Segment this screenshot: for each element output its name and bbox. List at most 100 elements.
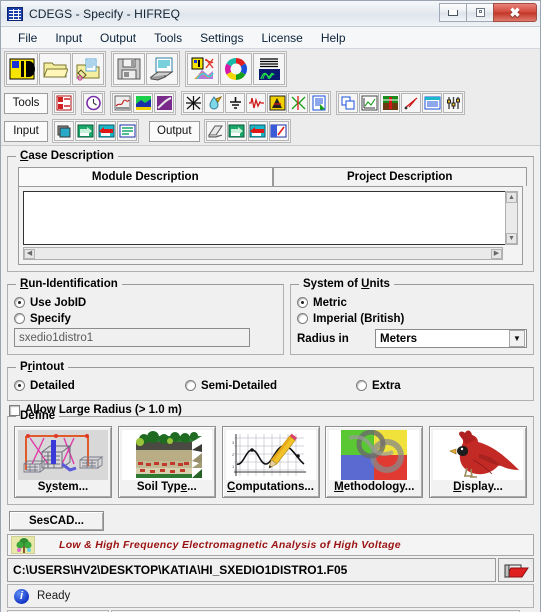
report-button[interactable] [309,93,329,113]
define-buttons: System... Soil Type... 3 2 1 Computation… [14,426,527,498]
tower-button[interactable] [183,93,203,113]
menu-help[interactable]: Help [312,29,355,47]
option-extra[interactable]: Extra [355,378,527,393]
output-chart-button[interactable] [268,121,289,141]
option-imperial-label: Imperial (British) [313,312,405,325]
report-icon [312,95,325,111]
save-as-button[interactable] [72,53,104,85]
soil-layers-icon [121,430,212,480]
input-list-icon [119,124,135,138]
input-list-button[interactable] [117,121,137,141]
thermal-plot-button[interactable] [380,93,400,113]
minimize-icon [448,9,458,16]
open-file-button[interactable] [498,558,534,582]
scatter-button[interactable] [359,93,379,113]
toolbar-main [1,49,540,89]
printout-legend: Printout [20,361,65,373]
jobid-surface-button[interactable] [187,53,219,85]
scroll-right-icon[interactable]: ▶ [491,248,502,259]
input-f05-button[interactable] [75,121,95,141]
input-f21-icon [98,124,114,138]
terrain-plot-button[interactable] [133,93,153,113]
radio-specify-icon [14,313,25,324]
new-jobid-button[interactable] [6,53,38,85]
option-imperial[interactable]: Imperial (British) [297,311,527,326]
output-label-button[interactable]: Output [149,120,200,142]
new-jobid-icon [9,58,35,80]
waveform-button[interactable] [246,93,266,113]
droplet-button[interactable] [204,93,224,113]
transient-button[interactable] [267,93,287,113]
radius-unit-select[interactable]: Meters ▼ [375,329,527,348]
scroll-up-icon[interactable]: ▲ [506,192,517,203]
define-computations-button[interactable]: 3 2 1 Computations... [221,426,320,498]
tower-icon [185,96,201,110]
output-f21-button[interactable] [247,121,268,141]
purple-plot-button[interactable] [154,93,174,113]
jobid-input[interactable]: sxedio1distro1 [14,328,250,347]
description-horizontal-scrollbar[interactable]: ◀ ▶ [23,247,503,260]
line-plot-icon [114,95,130,111]
input-f21-button[interactable] [96,121,116,141]
grid-plot-button[interactable] [253,53,285,85]
module-red-button[interactable] [54,93,74,113]
input-label-button[interactable]: Input [4,120,48,142]
description-textarea[interactable] [23,191,505,245]
close-button[interactable]: ✖ [493,3,537,22]
menu-output[interactable]: Output [91,29,145,47]
tools-label-button[interactable]: Tools [4,92,48,114]
open-button[interactable] [39,53,71,85]
output-book-button[interactable] [205,121,226,141]
minimize-button[interactable] [439,3,467,22]
scroll-down-icon[interactable]: ▼ [506,233,517,244]
output-f05-button[interactable] [226,121,247,141]
spark-button[interactable] [401,93,421,113]
clock-button[interactable] [83,93,103,113]
output-book-icon [208,125,223,138]
option-metric[interactable]: Metric [297,295,527,310]
option-detailed[interactable]: Detailed [14,378,185,393]
copy-button[interactable] [338,93,358,113]
define-methodology-button[interactable]: Methodology... [325,426,424,498]
tab-module-description[interactable]: Module Description [18,167,273,186]
maximize-button[interactable] [466,3,494,22]
menu-tools[interactable]: Tools [145,29,191,47]
menu-settings[interactable]: Settings [191,29,252,47]
define-display-button[interactable]: Display... [429,426,527,498]
terrain-plot-icon [135,96,151,110]
tab-project-description[interactable]: Project Description [272,167,527,186]
color-wheel-button[interactable] [220,53,252,85]
table-button[interactable] [422,93,442,113]
table-icon [424,96,440,110]
chevron-down-icon[interactable]: ▼ [509,330,525,347]
maximize-icon [475,8,485,17]
option-use-jobid[interactable]: Use JobID [14,295,277,310]
tree-icon [11,536,35,554]
menu-license[interactable]: License [252,29,311,47]
description-vertical-scrollbar[interactable]: ▲ ▼ [505,191,518,245]
ground-symbol-button[interactable] [225,93,245,113]
toolbar-group-output [203,119,291,143]
file-path-field[interactable]: C:\USERS\HV2\DESKTOP\KATIA\HI_SXEDIO1DIS… [7,558,496,582]
define-legend: Define [20,410,56,422]
scroll-left-icon[interactable]: ◀ [24,248,35,259]
menu-file[interactable]: File [9,29,46,47]
ground-symbol-icon [229,97,241,109]
define-computations-label: Computations... [227,481,314,493]
define-soil-type-button[interactable]: Soil Type... [117,426,216,498]
define-system-button[interactable]: System... [14,426,112,498]
option-specify[interactable]: Specify [14,311,277,326]
toolbar-group-modules [185,51,287,87]
color-wheel-icon [225,58,247,80]
mesh-button[interactable] [288,93,308,113]
print-button[interactable] [146,53,178,85]
option-semi-detailed[interactable]: Semi-Detailed [184,378,356,393]
spark-icon [404,97,417,110]
sescad-button[interactable]: SesCAD... [9,511,104,531]
save-button[interactable] [113,53,145,85]
menu-input[interactable]: Input [46,29,91,47]
info-icon: i [14,588,29,604]
tools-settings-button[interactable] [443,93,463,113]
input-stack-button[interactable] [54,121,74,141]
line-plot-button[interactable] [112,93,132,113]
